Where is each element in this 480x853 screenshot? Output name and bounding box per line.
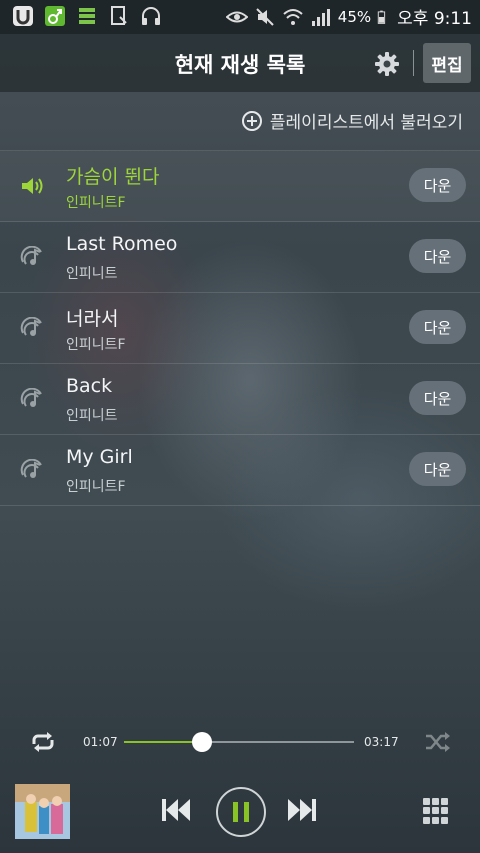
track-list: 가슴이 뛴다 인피니트F 다운 Last Romeo 인피니트 다운 너라서 인…	[0, 150, 480, 506]
download-button[interactable]: 다운	[409, 452, 466, 486]
track-title: 너라서	[66, 308, 119, 330]
status-bar: 45% 오후 9:11	[0, 0, 480, 34]
track-row[interactable]: 너라서 인피니트F 다운	[0, 293, 480, 364]
load-playlist-button[interactable]: 플레이리스트에서 불러오기	[241, 108, 463, 133]
total-time: 03:17	[364, 735, 399, 749]
edit-button[interactable]: 편집	[423, 43, 471, 83]
header-divider	[413, 50, 414, 76]
track-row[interactable]: Last Romeo 인피니트 다운	[0, 222, 480, 293]
shuffle-icon[interactable]	[424, 731, 452, 753]
current-time: 01:07	[83, 735, 118, 749]
player-controls	[0, 780, 480, 853]
previous-track-button[interactable]	[160, 796, 192, 824]
seek-bar[interactable]	[124, 732, 354, 752]
seek-bar-fill	[124, 741, 203, 743]
music-disc-icon	[20, 317, 42, 336]
download-button[interactable]: 다운	[409, 168, 466, 202]
track-title: Last Romeo	[66, 233, 178, 255]
pause-icon	[233, 802, 249, 822]
album-art-thumbnail[interactable]	[15, 784, 70, 839]
music-note-icon	[45, 6, 65, 26]
progress-row: 01:07 03:17	[0, 722, 480, 762]
u-app-icon	[13, 6, 33, 26]
next-track-button[interactable]	[286, 796, 318, 824]
gear-icon[interactable]	[374, 51, 400, 77]
add-circle-icon	[241, 110, 262, 131]
signal-icon	[311, 8, 330, 26]
clock: 오후 9:11	[397, 9, 472, 29]
repeat-icon[interactable]	[28, 730, 58, 754]
track-title: My Girl	[66, 446, 133, 468]
music-disc-icon	[20, 246, 42, 265]
battery-percent: 45%	[337, 7, 372, 26]
download-icon	[111, 6, 127, 25]
download-button[interactable]: 다운	[409, 239, 466, 273]
grid-menu-icon[interactable]	[423, 798, 449, 824]
mute-icon	[256, 7, 274, 26]
seek-knob[interactable]	[192, 732, 213, 752]
pause-button[interactable]	[216, 787, 266, 837]
load-playlist-label: 플레이리스트에서 불러오기	[269, 113, 463, 133]
wifi-icon	[283, 8, 303, 25]
track-row[interactable]: 가슴이 뛴다 인피니트F 다운	[0, 151, 480, 222]
download-button[interactable]: 다운	[409, 381, 466, 415]
download-button[interactable]: 다운	[409, 310, 466, 344]
speaker-playing-icon	[22, 178, 43, 194]
music-disc-icon	[20, 459, 42, 478]
page-title: 현재 재생 목록	[174, 53, 306, 77]
track-artist: 인피니트F	[66, 479, 126, 495]
track-row[interactable]: Back 인피니트 다운	[0, 364, 480, 435]
list-app-icon	[79, 8, 95, 24]
track-title: 가슴이 뛴다	[66, 166, 160, 188]
track-artist: 인피니트	[66, 266, 118, 282]
eye-icon	[225, 11, 248, 22]
headphones-icon	[142, 7, 160, 25]
header-bar: 현재 재생 목록	[0, 34, 480, 92]
track-artist: 인피니트F	[66, 337, 126, 353]
track-artist: 인피니트F	[66, 195, 126, 211]
track-title: Back	[66, 375, 113, 397]
track-row[interactable]: My Girl 인피니트F 다운	[0, 435, 480, 506]
battery-icon	[377, 10, 386, 24]
music-disc-icon	[20, 388, 42, 407]
track-artist: 인피니트	[66, 408, 118, 424]
